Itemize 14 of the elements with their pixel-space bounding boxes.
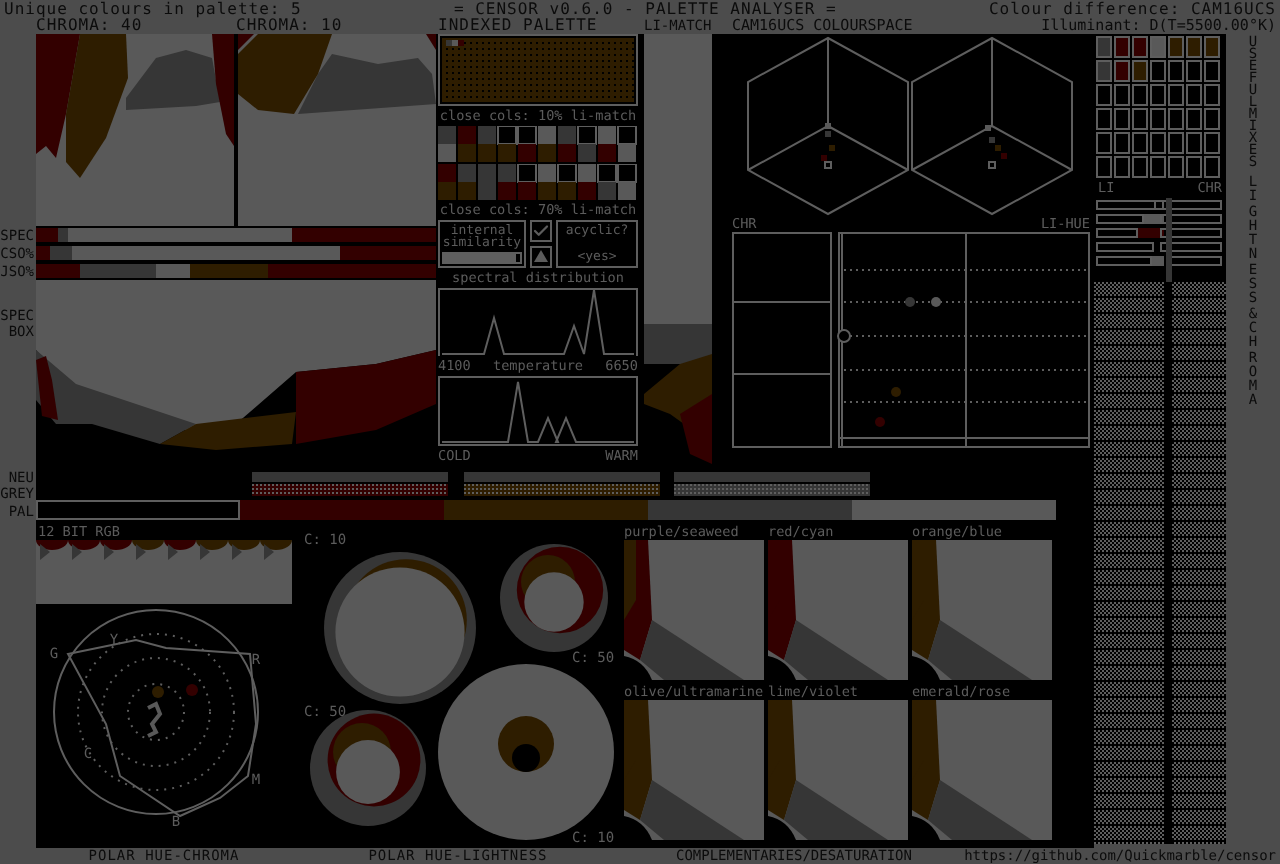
triangle-icon [530,245,552,267]
complementary-plot-drawing [768,700,908,840]
app-title: = CENSOR v0.6.0 - PALETTE ANALYSER = [453,1,837,17]
complementary-plot-drawing [912,540,1052,680]
check-icon [532,221,550,239]
chroma-plot-title: CHROMA: 10 [236,18,345,34]
checkbox[interactable] [530,219,552,241]
chroma-plot-title: CHROMA: 40 [36,18,145,34]
lightness-chroma-bars-drawing [1094,197,1226,282]
palette-count: Unique colours in palette: 5 [4,1,302,17]
section-title: INDEXED PALETTE [438,18,600,34]
complementary-plot-drawing [912,700,1052,840]
complementary-plot-drawing [768,540,908,680]
colour-difference-label: Colour difference: CAM16UCS [988,1,1276,17]
